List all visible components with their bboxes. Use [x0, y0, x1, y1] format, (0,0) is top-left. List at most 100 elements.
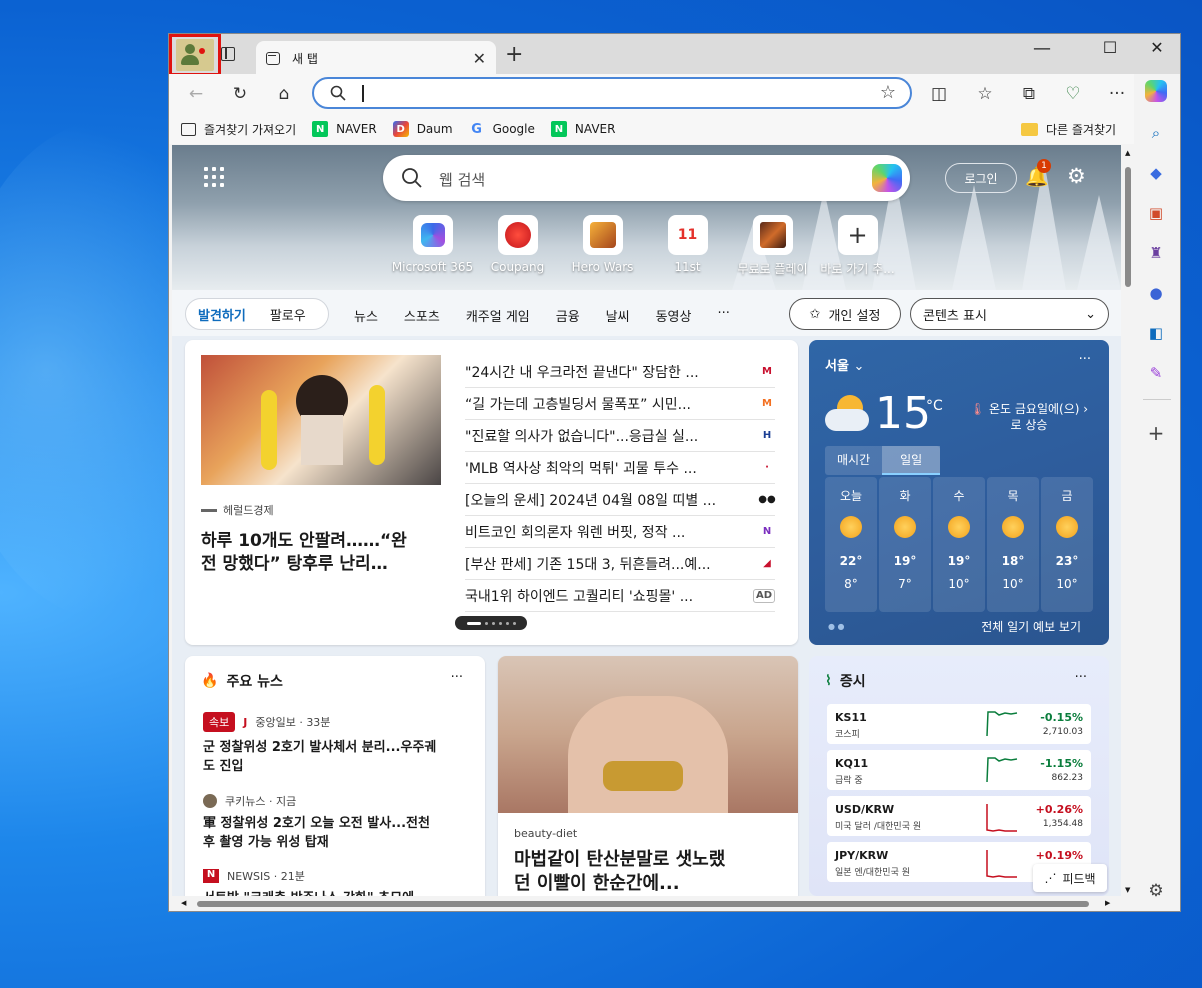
- featured-title[interactable]: 하루 10개도 안팔려……“완 전 망했다” 탕후루 난리…: [201, 530, 446, 576]
- bookmark-google[interactable]: G Google: [469, 121, 535, 137]
- more-options-icon[interactable]: ···: [1105, 82, 1129, 106]
- collections-icon[interactable]: ⧉: [1017, 82, 1041, 106]
- headline-item[interactable]: 'MLB 역사상 최악의 먹튀' 괴물 투수 ... ·: [465, 452, 775, 484]
- stock-row[interactable]: KS11 코스피 -0.15% 2,710.03: [827, 704, 1091, 744]
- personalize-button[interactable]: ✩ 개인 설정: [789, 298, 901, 330]
- forecast-day[interactable]: 수 19° 10°: [933, 477, 985, 612]
- newtab-content: 웹 검색 로그인 🔔 1 ⚙ Microsoft 365 Coupang Hero…: [172, 145, 1121, 898]
- top-news-item[interactable]: N NEWSIS · 21분 서트발 "크래층 박주나스 강화" 추모에...: [203, 868, 473, 898]
- games-icon[interactable]: ♜: [1145, 242, 1167, 264]
- sidebar-search-icon[interactable]: ⌕: [1145, 122, 1167, 144]
- profile-button[interactable]: [169, 34, 221, 76]
- sidebar-settings-gear-icon[interactable]: ⚙: [1145, 880, 1167, 902]
- favorite-star-icon[interactable]: ☆: [880, 82, 896, 103]
- headline-item[interactable]: "24시간 내 우크라전 끝낸다" 장담한 ... M: [465, 356, 775, 388]
- trend-chart-icon: ⌇: [825, 673, 832, 689]
- kukinews-logo-icon: [203, 794, 217, 808]
- new-tab-plus-icon[interactable]: +: [505, 42, 523, 67]
- tab-discover[interactable]: 발견하기: [186, 305, 258, 324]
- microsoft365-icon[interactable]: ●: [1145, 282, 1167, 304]
- carousel-pager[interactable]: [455, 616, 527, 630]
- notifications-bell-icon[interactable]: 🔔 1: [1025, 159, 1051, 188]
- headline-item[interactable]: [부산 판세] 기존 15대 3, 뒤흔들려...예... ◢: [465, 548, 775, 580]
- top-news-item[interactable]: 쿠키뉴스 · 지금 軍 정찰위성 2호기 오늘 오전 발사...전천 후 촬영 …: [203, 793, 473, 852]
- split-screen-icon[interactable]: ◫: [927, 82, 951, 106]
- quicklink-free-play[interactable]: 무료로 플레이: [730, 215, 815, 277]
- address-bar[interactable]: ☆: [312, 77, 912, 109]
- copilot-icon[interactable]: [1145, 80, 1167, 102]
- forecast-day[interactable]: 목 18° 10°: [987, 477, 1039, 612]
- bookmark-naver-2[interactable]: N NAVER: [550, 121, 615, 137]
- vertical-scroll-thumb[interactable]: [1125, 167, 1131, 287]
- forecast-day[interactable]: 오늘 22° 8°: [825, 477, 877, 612]
- featured-news-image[interactable]: [201, 355, 441, 485]
- headline-item[interactable]: 국내1위 하이엔드 고퀄리티 '쇼핑몰' ... AD: [465, 580, 775, 612]
- stock-row[interactable]: USD/KRW 미국 달러 /대한민국 원 +0.26% 1,354.48: [827, 796, 1091, 836]
- weather-city[interactable]: 서울 ⌄: [825, 355, 864, 374]
- full-forecast-link[interactable]: 전체 일기 예보 보기: [981, 618, 1081, 635]
- tab-hourly[interactable]: 매시간: [825, 446, 882, 475]
- quicklink-coupang[interactable]: Coupang: [475, 215, 560, 277]
- add-sidebar-app-icon[interactable]: +: [1145, 421, 1167, 445]
- headline-item[interactable]: "진료할 의사가 없습니다"...응급실 실... H: [465, 420, 775, 452]
- tools-briefcase-icon[interactable]: ▣: [1145, 202, 1167, 224]
- forecast-day[interactable]: 금 23° 10°: [1041, 477, 1093, 612]
- horizontal-scroll-thumb[interactable]: [197, 901, 1089, 907]
- tab-actions-icon[interactable]: [221, 47, 235, 61]
- feedback-button[interactable]: ⋰ 피드백: [1033, 864, 1107, 892]
- headline-item[interactable]: “길 가는데 고층빌딩서 물폭포” 시민... M: [465, 388, 775, 420]
- bookmark-daum[interactable]: D Daum: [392, 121, 453, 137]
- weather-note[interactable]: 🌡 온도 금요일에(으) › 로 상승: [967, 401, 1091, 433]
- top-news-more-icon[interactable]: ···: [451, 670, 463, 685]
- quicklink-microsoft365[interactable]: Microsoft 365: [390, 215, 475, 277]
- tab-daily[interactable]: 일일: [882, 446, 941, 475]
- maximize-icon[interactable]: ☐: [1095, 38, 1125, 57]
- other-favorites[interactable]: 다른 즐겨찾기: [1021, 121, 1116, 138]
- profile-notification-dot: [199, 48, 205, 54]
- designer-icon[interactable]: ✎: [1145, 362, 1167, 384]
- app-launcher-icon[interactable]: [204, 167, 224, 187]
- back-icon[interactable]: ←: [184, 82, 208, 106]
- stock-more-icon[interactable]: ···: [1075, 670, 1087, 685]
- close-window-icon[interactable]: ✕: [1142, 38, 1172, 57]
- outlook-icon[interactable]: ◧: [1145, 322, 1167, 344]
- nav-sports[interactable]: 스포츠: [404, 306, 440, 325]
- quicklink-herowars[interactable]: Hero Wars: [560, 215, 645, 277]
- weather-more-icon[interactable]: ···: [1079, 352, 1091, 367]
- login-button[interactable]: 로그인: [945, 163, 1017, 193]
- refresh-icon[interactable]: ↻: [228, 82, 252, 106]
- headline-item[interactable]: 비트코인 회의론자 워렌 버핏, 정작 ... N: [465, 516, 775, 548]
- browser-essentials-icon[interactable]: ♡: [1061, 82, 1085, 106]
- tab-follow[interactable]: 팔로우: [258, 305, 318, 324]
- nav-news[interactable]: 뉴스: [354, 306, 378, 325]
- headline-item[interactable]: [오늘의 운세] 2024년 04월 08일 띠별 ... ●●: [465, 484, 776, 516]
- home-icon[interactable]: ⌂: [272, 82, 296, 106]
- minimize-icon[interactable]: —: [1027, 38, 1057, 59]
- content-view-dropdown[interactable]: 콘텐츠 표시 ⌄: [910, 298, 1109, 330]
- nav-video[interactable]: 동영상: [656, 306, 692, 325]
- quicklink-11st[interactable]: 11 11st: [645, 215, 730, 277]
- beauty-news-card[interactable]: beauty-diet 마법같이 탄산분말로 샛노랬 던 이빨이 한순간에...: [498, 656, 798, 898]
- web-search-box[interactable]: 웹 검색: [383, 155, 910, 201]
- tab-newtab[interactable]: 새 탭 ✕: [256, 41, 496, 75]
- nav-weather[interactable]: 날씨: [606, 306, 630, 325]
- bookmark-import[interactable]: 즐겨찾기 가져오기: [181, 121, 296, 138]
- bookmark-naver[interactable]: N NAVER: [312, 121, 377, 137]
- close-tab-icon[interactable]: ✕: [473, 49, 486, 68]
- forecast-day[interactable]: 화 19° 7°: [879, 477, 931, 612]
- quicklink-add-shortcut[interactable]: + 바로 가기 추...: [815, 215, 900, 277]
- horizontal-scrollbar[interactable]: ◀ ▶: [169, 896, 1121, 911]
- copilot-search-icon[interactable]: [872, 164, 902, 192]
- vertical-scrollbar[interactable]: ▲ ▼: [1121, 145, 1135, 898]
- top-news-item[interactable]: 속보 J 중앙일보 · 33분 군 정찰위성 2호기 발사체서 분리...우주궤…: [203, 712, 473, 776]
- shopping-tag-icon[interactable]: ◆: [1145, 162, 1167, 184]
- nav-casual-games[interactable]: 캐주얼 게임: [466, 306, 530, 325]
- temp-unit[interactable]: °C: [926, 398, 943, 414]
- favorites-icon[interactable]: ☆: [973, 82, 997, 106]
- folder-icon: [1021, 122, 1038, 136]
- weather-pager[interactable]: ● ●: [828, 622, 845, 631]
- stock-row[interactable]: KQ11 급락 중 -1.15% 862.23: [827, 750, 1091, 790]
- page-settings-gear-icon[interactable]: ⚙: [1067, 164, 1086, 188]
- nav-finance[interactable]: 금융: [556, 306, 580, 325]
- nav-more[interactable]: ···: [717, 306, 729, 325]
